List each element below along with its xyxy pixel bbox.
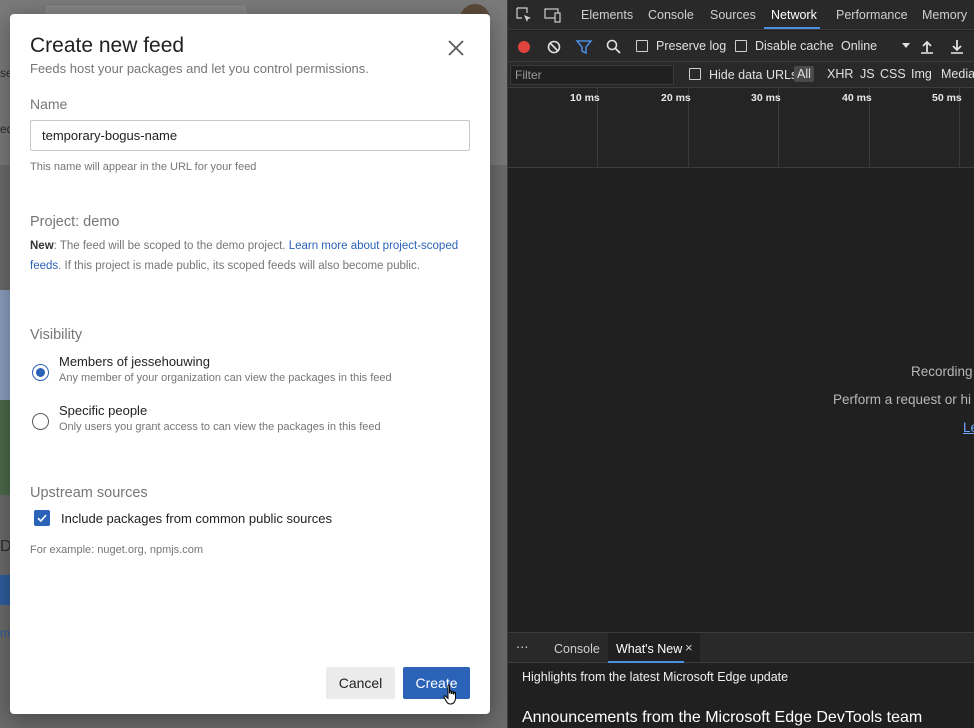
preserve-log-checkbox[interactable] [636, 40, 648, 52]
device-emulation-icon[interactable] [544, 6, 562, 24]
timeline-tick-label: 40 ms [842, 92, 872, 104]
inspect-element-icon[interactable] [515, 6, 533, 24]
timeline-tick-label: 50 ms [932, 92, 962, 104]
background-image [0, 290, 10, 400]
option-members-desc: Any member of your organization can view… [59, 372, 392, 384]
feed-name-input[interactable] [30, 120, 470, 151]
cancel-button[interactable]: Cancel [326, 667, 395, 699]
network-filterbar: Hide data URLs All XHR JS CSS Img Media [508, 62, 974, 88]
network-toolbar: Preserve log Disable cache Online [508, 31, 974, 62]
type-filter-xhr[interactable]: XHR [824, 66, 856, 82]
dropdown-arrow-icon [902, 43, 910, 48]
name-label: Name [30, 96, 68, 112]
type-filter-media[interactable]: Media [938, 66, 974, 82]
name-hint: This name will appear in the URL for you… [30, 161, 257, 173]
recording-message: Recording [911, 364, 973, 379]
option-members-label[interactable]: Members of jessehouwing [59, 354, 210, 369]
type-filter-js[interactable]: JS [857, 66, 878, 82]
project-text: : The feed will be scoped to the demo pr… [53, 240, 289, 252]
export-har-icon[interactable] [948, 38, 966, 56]
close-icon [448, 40, 464, 56]
type-filter-css[interactable]: CSS [877, 66, 909, 82]
background-button [0, 575, 10, 605]
option-specific-people-label[interactable]: Specific people [59, 403, 147, 418]
background-image [0, 400, 10, 495]
clear-icon[interactable] [545, 38, 563, 56]
hide-data-urls-label[interactable]: Hide data URLs [709, 68, 797, 82]
checkmark-icon [37, 514, 47, 523]
timeline-tick-label: 30 ms [751, 92, 781, 104]
tab-console[interactable]: Console [648, 8, 694, 22]
perform-request-message: Perform a request or hi [833, 392, 972, 407]
create-feed-dialog: Create new feed Feeds host your packages… [10, 14, 490, 714]
network-timeline-overview: 10 ms 20 ms 30 ms 40 ms 50 ms [508, 88, 974, 168]
filter-input[interactable] [510, 65, 674, 85]
announcements-heading: Announcements from the Microsoft Edge De… [522, 709, 923, 726]
timeline-tick-label: 10 ms [570, 92, 600, 104]
disable-cache-checkbox[interactable] [735, 40, 747, 52]
import-har-icon[interactable] [918, 38, 936, 56]
include-public-sources-checkbox[interactable] [34, 510, 50, 526]
dialog-subtitle: Feeds host your packages and let you con… [30, 61, 369, 76]
drawer-more-tabs-button[interactable]: ⋯ [516, 639, 530, 654]
tab-performance[interactable]: Performance [836, 8, 908, 22]
timeline-tick-label: 20 ms [661, 92, 691, 104]
filter-icon[interactable] [575, 38, 593, 56]
active-tab-indicator [764, 27, 820, 29]
learn-more-link[interactable]: Le [963, 420, 974, 435]
visibility-label: Visibility [30, 327, 83, 343]
devtools-tabbar: Elements Console Sources Network Perform… [508, 0, 974, 30]
upstream-label: Upstream sources [30, 485, 148, 501]
record-icon[interactable] [515, 38, 533, 56]
include-public-sources-label[interactable]: Include packages from common public sour… [61, 511, 332, 526]
dialog-title: Create new feed [30, 34, 185, 57]
radio-specific-people[interactable] [32, 413, 49, 430]
type-filter-all[interactable]: All [794, 66, 814, 82]
create-button[interactable]: Create [403, 667, 470, 699]
whats-new-content: Highlights from the latest Microsoft Edg… [508, 663, 974, 728]
throttling-value: Online [841, 39, 878, 53]
upstream-example: For example: nuget.org, npmjs.com [30, 544, 204, 556]
drawer-tab-close-icon[interactable]: × [685, 640, 693, 655]
project-label: Project: demo [30, 214, 120, 230]
project-text: . If this project is made public, its sc… [58, 259, 420, 272]
throttling-select[interactable]: Online [841, 36, 913, 56]
tab-memory[interactable]: Memory [922, 8, 967, 22]
drawer-tabbar: ⋯ Console What's New × [508, 632, 974, 663]
preserve-log-label[interactable]: Preserve log [656, 39, 726, 53]
close-button[interactable] [444, 36, 468, 60]
background-text: m [0, 626, 10, 640]
highlights-text: Highlights from the latest Microsoft Edg… [522, 670, 789, 684]
disable-cache-label[interactable]: Disable cache [755, 39, 834, 53]
new-badge: New [30, 240, 54, 252]
search-icon[interactable] [605, 38, 623, 56]
tab-elements[interactable]: Elements [581, 8, 633, 22]
radio-members[interactable] [32, 364, 49, 381]
option-specific-people-desc: Only users you grant access to can view … [59, 421, 381, 433]
devtools-panel: Elements Console Sources Network Perform… [507, 0, 974, 728]
drawer-tab-console[interactable]: Console [554, 642, 600, 656]
tab-sources[interactable]: Sources [710, 8, 756, 22]
tab-network[interactable]: Network [771, 8, 817, 22]
hide-data-urls-checkbox[interactable] [689, 68, 701, 80]
type-filter-img[interactable]: Img [908, 66, 935, 82]
drawer-tab-whats-new[interactable]: What's New [616, 642, 682, 656]
project-description: New: The feed will be scoped to the demo… [30, 237, 460, 276]
